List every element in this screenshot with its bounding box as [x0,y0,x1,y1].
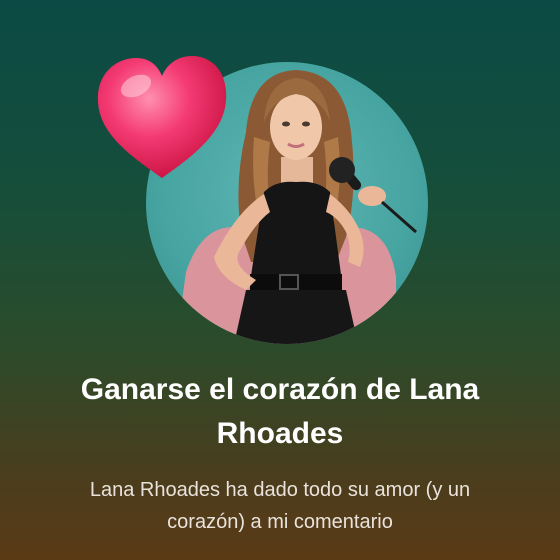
achievement-title: Ganarse el corazón de Lana Rhoades [80,373,480,450]
achievement-description: Lana Rhoades ha dado todo su amor (y un … [89,479,471,533]
heart-icon [97,56,227,178]
achievement-card: Ganarse el corazón de Lana Rhoades Lana … [0,0,560,560]
